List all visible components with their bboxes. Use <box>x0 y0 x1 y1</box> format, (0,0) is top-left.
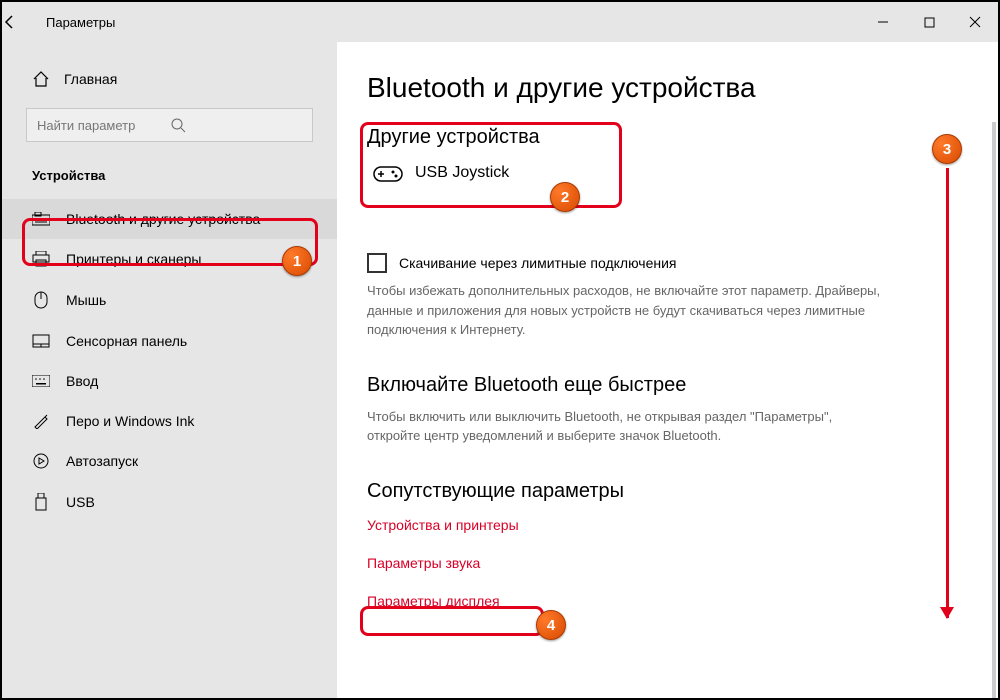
annotation-badge-3: 3 <box>932 134 962 164</box>
sidebar-item-touchpad[interactable]: Сенсорная панель <box>2 321 337 361</box>
annotation-badge-4: 4 <box>536 610 566 640</box>
link-devices-printers[interactable]: Устройства и принтеры <box>367 513 968 537</box>
search-icon <box>170 117 303 133</box>
scrollbar[interactable] <box>992 122 996 698</box>
printer-icon <box>32 251 50 267</box>
nav-label: Bluetooth и другие устройства <box>66 211 260 227</box>
device-name: USB Joystick <box>415 164 509 182</box>
nav-label: Автозапуск <box>66 453 138 469</box>
sidebar: Главная Найти параметр Устройства Blueto… <box>2 42 337 698</box>
sidebar-item-pen[interactable]: Перо и Windows Ink <box>2 401 337 441</box>
pen-icon <box>32 413 50 429</box>
sidebar-item-bluetooth[interactable]: Bluetooth и другие устройства <box>2 199 337 239</box>
nav-label: Мышь <box>66 292 106 308</box>
titlebar: Параметры <box>2 2 998 42</box>
device-item[interactable]: USB Joystick <box>367 159 968 193</box>
keyboard-icon <box>32 212 50 226</box>
typing-icon <box>32 375 50 387</box>
window-controls <box>860 2 998 42</box>
nav-label: USB <box>66 494 95 510</box>
nav-label: Перо и Windows Ink <box>66 413 194 429</box>
sidebar-item-typing[interactable]: Ввод <box>2 361 337 401</box>
annotation-badge-2: 2 <box>550 182 580 212</box>
annotation-arrow <box>946 168 949 618</box>
back-button[interactable] <box>2 14 46 30</box>
gamepad-icon <box>373 163 401 183</box>
metered-label: Скачивание через лимитные подключения <box>399 255 676 271</box>
faster-heading: Включайте Bluetooth еще быстрее <box>367 374 968 397</box>
usb-icon <box>32 493 50 511</box>
metered-checkbox-row[interactable]: Скачивание через лимитные подключения <box>367 253 968 273</box>
content-pane: Bluetooth и другие устройства Другие уст… <box>337 42 998 698</box>
settings-window: Параметры Главная Найти параметр <box>0 0 1000 700</box>
sidebar-item-mouse[interactable]: Мышь <box>2 279 337 321</box>
window-title: Параметры <box>46 15 860 30</box>
autoplay-icon <box>32 453 50 469</box>
nav-label: Принтеры и сканеры <box>66 251 201 267</box>
search-input[interactable]: Найти параметр <box>26 108 313 142</box>
home-icon <box>32 70 50 88</box>
maximize-button[interactable] <box>906 2 952 42</box>
link-sound[interactable]: Параметры звука <box>367 551 968 575</box>
nav-label: Сенсорная панель <box>66 333 187 349</box>
checkbox-icon[interactable] <box>367 253 387 273</box>
touchpad-icon <box>32 334 50 348</box>
metered-help: Чтобы избежать дополнительных расходов, … <box>367 281 887 340</box>
page-title: Bluetooth и другие устройства <box>367 72 968 104</box>
mouse-icon <box>32 291 50 309</box>
home-link[interactable]: Главная <box>2 62 337 96</box>
link-display[interactable]: Параметры дисплея <box>367 589 968 613</box>
other-devices-heading: Другие устройства <box>367 126 968 149</box>
sidebar-item-usb[interactable]: USB <box>2 481 337 523</box>
search-placeholder: Найти параметр <box>37 118 170 133</box>
related-heading: Сопутствующие параметры <box>367 480 968 503</box>
nav-label: Ввод <box>66 373 98 389</box>
sidebar-item-autoplay[interactable]: Автозапуск <box>2 441 337 481</box>
home-label: Главная <box>64 71 117 87</box>
faster-help: Чтобы включить или выключить Bluetooth, … <box>367 407 887 446</box>
sidebar-section: Устройства <box>2 160 337 199</box>
annotation-badge-1: 1 <box>282 246 312 276</box>
close-button[interactable] <box>952 2 998 42</box>
sidebar-nav: Bluetooth и другие устройства Принтеры и… <box>2 199 337 523</box>
minimize-button[interactable] <box>860 2 906 42</box>
